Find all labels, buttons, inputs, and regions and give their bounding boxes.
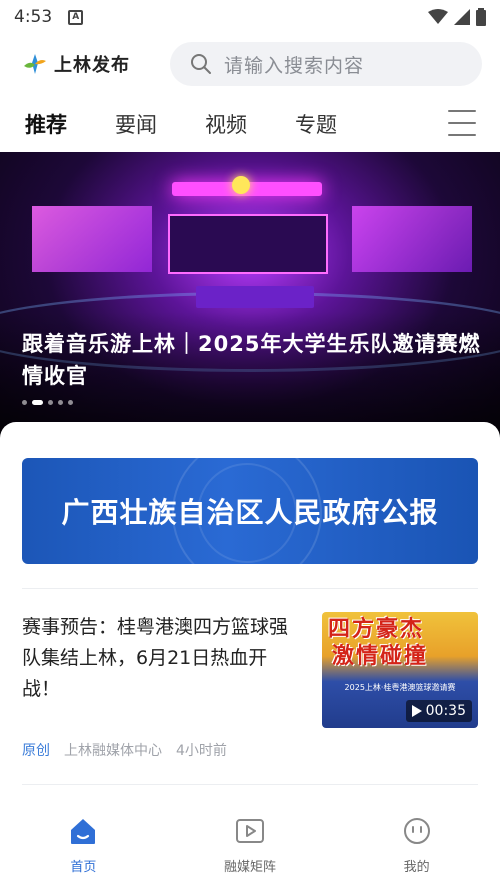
gazette-banner-text: 广西壮族自治区人民政府公报 [61, 496, 439, 529]
hero-title[interactable]: 跟着音乐游上林｜2025年大学生乐队邀请赛燃情收官 [22, 328, 482, 392]
thumbnail-headline-2: 激情碰撞 [332, 644, 429, 669]
category-tabs: 推荐 要闻 视频 专题 [0, 100, 500, 148]
carousel-indicator [22, 400, 73, 405]
home-icon [71, 819, 96, 844]
app-name: 上林发布 [54, 55, 130, 76]
news-item[interactable]: 赛事预告：桂粤港澳四方篮球强队集结上林，6月21日热血开战！ 原创 上林融媒体中… [22, 612, 478, 768]
news-title[interactable]: 赛事预告：桂粤港澳四方篮球强队集结上林，6月21日热血开战！ [22, 612, 297, 705]
app-header: 上林发布 请输入搜索内容 [0, 38, 500, 90]
news-meta: 原创 上林融媒体中心 4小时前 [22, 740, 227, 760]
news-tag: 原创 [22, 743, 50, 759]
carousel-dot [48, 400, 53, 405]
thumbnail-subtitle: 2025上林·桂粤港澳篮球邀请赛 [344, 683, 456, 692]
news-source: 上林融媒体中心 [64, 743, 162, 759]
divider [22, 784, 478, 785]
bottom-nav: 首页 融媒矩阵 我的 [0, 802, 500, 888]
carousel-dot [58, 400, 63, 405]
nav-home[interactable]: 首页 [0, 802, 167, 888]
wifi-icon [428, 9, 448, 24]
nav-media-matrix-label: 融媒矩阵 [224, 860, 277, 875]
carousel-dot [68, 400, 73, 405]
signal-icon [454, 9, 470, 25]
news-time: 4小时前 [176, 743, 227, 759]
nav-media-matrix[interactable]: 融媒矩阵 [167, 802, 334, 888]
tab-headlines[interactable]: 要闻 [115, 109, 157, 139]
search-placeholder[interactable]: 请输入搜索内容 [224, 51, 364, 78]
stage-screen-center [168, 214, 328, 274]
tab-recommend[interactable]: 推荐 [25, 109, 67, 139]
video-play-icon [236, 819, 264, 843]
gazette-banner[interactable]: 广西壮族自治区人民政府公报 [22, 458, 478, 564]
nav-profile-label: 我的 [403, 860, 430, 875]
video-duration-badge: 00:35 [405, 700, 472, 722]
play-icon [411, 705, 422, 717]
menu-icon[interactable] [448, 110, 476, 136]
carousel-dot [22, 400, 27, 405]
status-bar: 4:53 A [0, 0, 500, 34]
video-duration: 00:35 [425, 703, 466, 719]
stage-logo [232, 176, 250, 194]
nav-home-label: 首页 [70, 860, 97, 875]
smiley-face-icon [403, 818, 430, 844]
carousel-dot-active [32, 400, 43, 405]
a-icon: A [68, 9, 84, 25]
tab-topics[interactable]: 专题 [295, 109, 337, 139]
app-logo[interactable]: 上林发布 [22, 51, 130, 77]
search-bar[interactable]: 请输入搜索内容 [170, 42, 482, 86]
status-icons [428, 8, 486, 26]
thumbnail-headline-1: 四方豪杰 [328, 617, 425, 642]
tab-video[interactable]: 视频 [205, 109, 247, 139]
stage-screen-left [32, 206, 152, 272]
stage-screen-right [352, 206, 472, 272]
search-icon [191, 54, 211, 74]
status-time: 4:53 [14, 7, 53, 27]
battery-icon [476, 8, 486, 26]
hero-carousel[interactable]: 跟着音乐游上林｜2025年大学生乐队邀请赛燃情收官 [0, 152, 500, 442]
divider [22, 588, 478, 589]
stage-banner [196, 286, 314, 308]
nav-profile[interactable]: 我的 [333, 802, 500, 888]
video-thumbnail[interactable]: 四方豪杰 激情碰撞 2025上林·桂粤港澳篮球邀请赛 00:35 [322, 612, 478, 728]
news-feed: 广西壮族自治区人民政府公报 赛事预告：桂粤港澳四方篮球强队集结上林，6月21日热… [0, 422, 500, 806]
logo-icon [24, 54, 46, 74]
